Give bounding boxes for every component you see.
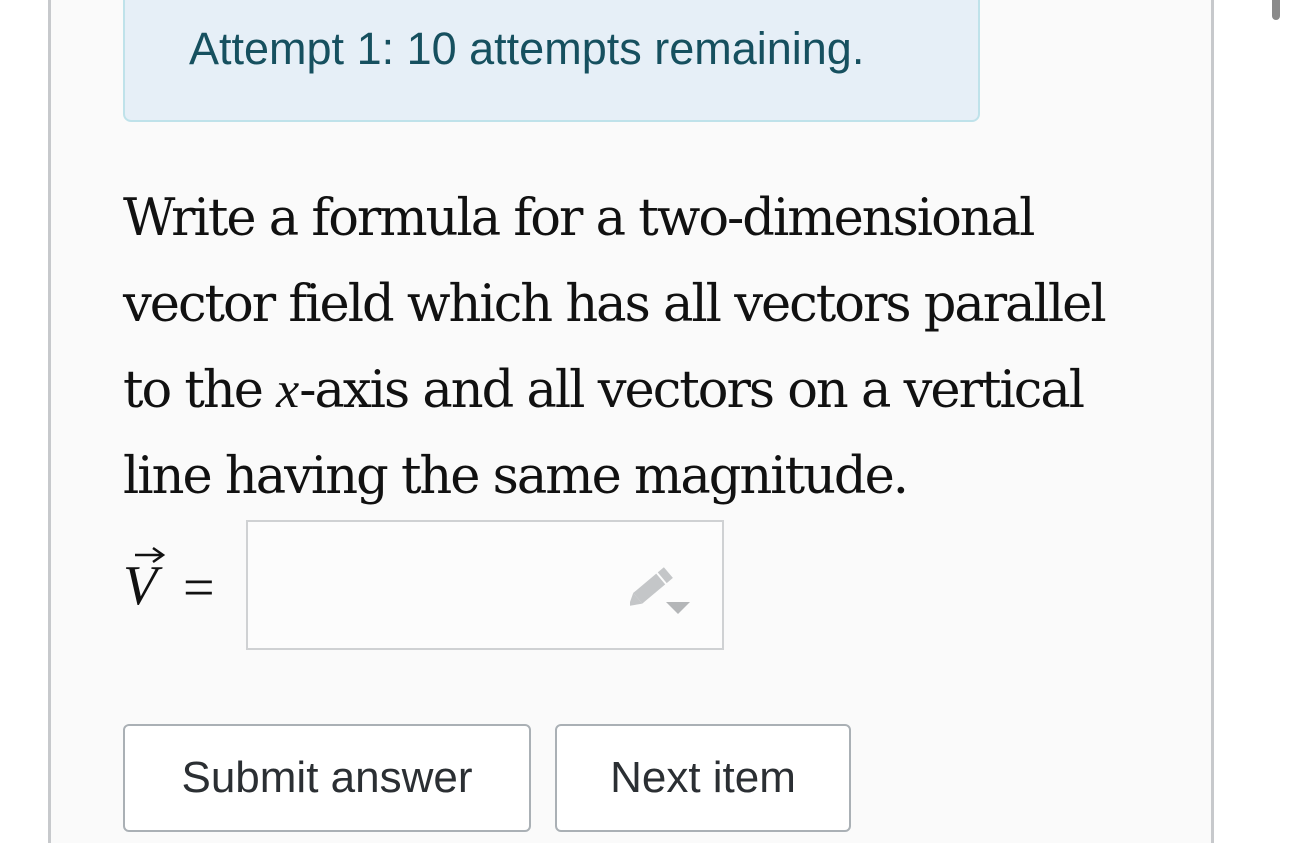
page: Attempt 1: 10 attempts remaining. Write … <box>0 0 1290 843</box>
question-text: Write a formula for a two-dimensional ve… <box>123 176 1143 520</box>
submit-answer-button[interactable]: Submit answer <box>123 724 531 832</box>
vector-symbol: V <box>123 555 158 617</box>
pencil-dropdown-icon[interactable] <box>630 560 694 620</box>
next-item-button[interactable]: Next item <box>555 724 851 832</box>
answer-input[interactable] <box>246 520 724 650</box>
scrollbar-thumb[interactable] <box>1272 0 1280 20</box>
equals-sign: = <box>183 557 215 619</box>
math-variable-x: x <box>276 362 300 419</box>
vector-label: V <box>123 544 183 614</box>
attempt-text: Attempt 1: 10 attempts remaining. <box>189 23 865 74</box>
attempt-banner: Attempt 1: 10 attempts remaining. <box>123 0 980 122</box>
